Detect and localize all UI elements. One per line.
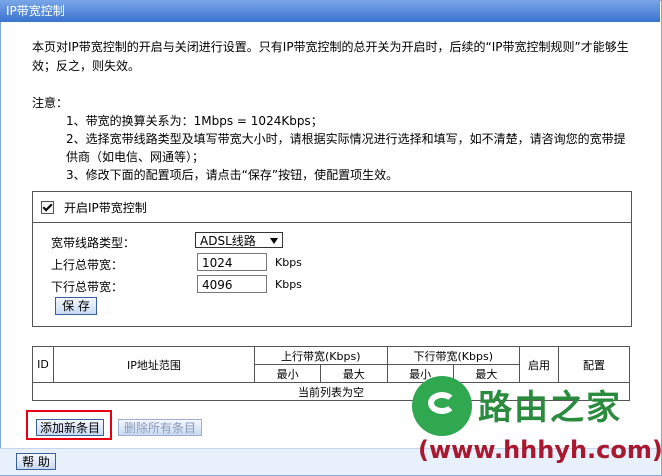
bandwidth-settings-panel: 开启IP带宽控制 宽带线路类型： ADSL线路 上行总带宽： 1024 Kbps… [32, 191, 632, 327]
watermark-url: (www.hhhyh.com) [418, 436, 662, 464]
watermark-logo-icon [412, 376, 472, 436]
watermark: 路由之家 (www.hhhyh.com) [412, 376, 662, 476]
note-item: 2、选择宽带线路类型及填写带宽大小时，请根据实际情况进行选择和填写，如不清楚，请… [66, 132, 626, 164]
window-title: IP带宽控制 [0, 0, 660, 22]
downstream-unit: Kbps [275, 278, 302, 291]
line-type-value: ADSL线路 [200, 234, 256, 248]
enable-row: 开启IP带宽控制 [33, 192, 631, 223]
upstream-unit: Kbps [275, 256, 302, 269]
col-upstream: 上行带宽(Kbps) [254, 346, 388, 365]
add-entry-button[interactable]: 添加新条目 [36, 419, 104, 436]
help-button[interactable]: 帮 助 [16, 453, 56, 470]
watermark-brand: 路由之家 [478, 388, 622, 428]
downstream-label: 下行总带宽： [51, 280, 124, 294]
line-type-select[interactable]: ADSL线路 [195, 232, 283, 248]
chevron-down-icon [270, 238, 278, 244]
col-ip-range: IP地址范围 [53, 346, 255, 383]
enable-checkbox[interactable] [41, 200, 54, 214]
col-id: ID [32, 346, 54, 383]
downstream-input[interactable]: 4096 [197, 275, 267, 293]
page-description: 本页对IP带宽控制的开启与关闭进行设置。只有IP带宽控制的总开关为开启时，后续的… [32, 40, 629, 73]
col-up-min: 最小 [253, 364, 322, 383]
line-type-label: 宽带线路类型： [51, 236, 136, 250]
note-item: 1、带宽的换算关系为：1Mbps = 1024Kbps； [66, 114, 323, 128]
save-button[interactable]: 保 存 [55, 297, 97, 315]
upstream-input[interactable]: 1024 [197, 253, 267, 271]
enable-label: 开启IP带宽控制 [64, 200, 147, 215]
delete-all-button[interactable]: 删除所有条目 [118, 419, 202, 436]
notes-heading: 注意： [32, 96, 69, 110]
note-item: 3、修改下面的配置项后，请点击“保存”按钮，使配置项生效。 [66, 168, 399, 182]
col-up-max: 最大 [320, 364, 388, 383]
col-downstream: 下行带宽(Kbps) [386, 346, 520, 365]
upstream-label: 上行总带宽： [51, 258, 124, 272]
